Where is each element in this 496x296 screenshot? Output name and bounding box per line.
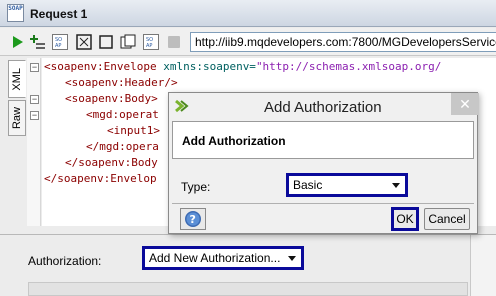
code-line: <input1> xyxy=(107,123,160,139)
vertical-scrollbar[interactable] xyxy=(470,235,496,296)
dialog-header-title: Add Authorization xyxy=(182,134,286,148)
type-dropdown[interactable]: Basic xyxy=(286,173,408,197)
xml-tag: <mgd:operat xyxy=(86,108,159,121)
code-line: </mgd:opera xyxy=(86,139,159,155)
play-icon[interactable] xyxy=(10,34,26,50)
fit-icon[interactable] xyxy=(76,34,92,50)
dialog-titlebar: Add Authorization ✕ xyxy=(169,93,479,121)
xml-tag: </soapenv:Envelop xyxy=(44,172,157,185)
tab-raw-label: Raw xyxy=(11,106,23,129)
authorization-value: Add New Authorization... xyxy=(149,251,281,265)
editor-gutter: − − − xyxy=(27,58,41,226)
fold-toggle-icon[interactable]: − xyxy=(30,95,39,104)
soap-icon[interactable]: SO AP xyxy=(143,34,159,50)
add-authorization-dialog: Add Authorization ✕ Add Authorization Ty… xyxy=(168,92,479,234)
help-icon: ? xyxy=(185,211,201,227)
xml-tag: <soapenv:Body> xyxy=(65,92,158,105)
dialog-footer: ? OK Cancel xyxy=(172,203,474,233)
code-line: <soapenv:Header/> xyxy=(65,75,178,91)
xml-tag: </mgd:opera xyxy=(86,140,159,153)
xml-tag: </soapenv:Body xyxy=(65,156,158,169)
dialog-header: Add Authorization xyxy=(172,121,474,159)
chevron-down-icon xyxy=(392,183,400,188)
close-button[interactable]: ✕ xyxy=(451,93,479,115)
xml-tag: <input1> xyxy=(107,124,160,137)
xml-attr: xmlns:soapenv= xyxy=(163,60,256,73)
soap-icon[interactable]: SO AP xyxy=(52,34,68,50)
xml-value: "http://schemas.xmlsoap.org/ xyxy=(255,60,442,73)
soap-request-icon: SOAP xyxy=(7,4,24,22)
tab-xml-label: XML xyxy=(11,67,23,91)
help-button[interactable]: ? xyxy=(180,208,206,230)
add-step-icon[interactable] xyxy=(30,34,46,50)
request-toolbar: SO AP SO AP http://iib9.mqdevelopers.com:7… xyxy=(0,28,496,56)
fold-toggle-icon[interactable]: − xyxy=(30,63,39,72)
xml-tag: <soapenv:Header/> xyxy=(65,76,178,89)
auth-panel: Authorization: Add New Authorization... xyxy=(0,234,496,296)
dialog-title: Add Authorization xyxy=(264,99,382,116)
authorization-dropdown[interactable]: Add New Authorization... xyxy=(142,246,304,270)
ok-button[interactable]: OK xyxy=(391,207,419,231)
endpoint-url-field[interactable]: http://iib9.mqdevelopers.com:7800/MGDeve… xyxy=(190,32,496,52)
window-titlebar: SOAP Request 1 xyxy=(0,0,496,27)
square-icon[interactable] xyxy=(98,34,114,50)
window-badge: SOAP xyxy=(8,5,23,12)
cancel-button[interactable]: Cancel xyxy=(424,208,470,230)
chevron-down-icon xyxy=(288,256,296,261)
code-line: </soapenv:Body xyxy=(65,155,158,171)
copy-icon[interactable] xyxy=(120,34,136,50)
code-line: <soapenv:Envelope xmlns:soapenv="http://… xyxy=(44,59,441,75)
soapui-logo-icon xyxy=(173,98,189,114)
svg-text:AP: AP xyxy=(55,43,61,49)
svg-text:AP: AP xyxy=(146,43,152,49)
type-label: Type: xyxy=(181,180,211,194)
fold-toggle-icon[interactable]: − xyxy=(30,111,39,120)
tab-raw[interactable]: Raw xyxy=(8,100,26,136)
authorization-label: Authorization: xyxy=(28,254,102,268)
type-value: Basic xyxy=(293,178,323,192)
code-line: </soapenv:Envelop xyxy=(44,171,157,187)
auth-content-area xyxy=(28,282,468,296)
editor-view-tabs: XML Raw xyxy=(8,60,26,230)
tab-xml[interactable]: XML xyxy=(8,60,26,98)
window-title: Request 1 xyxy=(30,7,88,21)
code-line: <soapenv:Body> xyxy=(65,91,158,107)
stop-icon[interactable] xyxy=(166,34,182,50)
xml-tag: <soapenv:Envelope xyxy=(44,60,164,73)
code-line: <mgd:operat xyxy=(86,107,159,123)
svg-text:?: ? xyxy=(190,213,196,226)
